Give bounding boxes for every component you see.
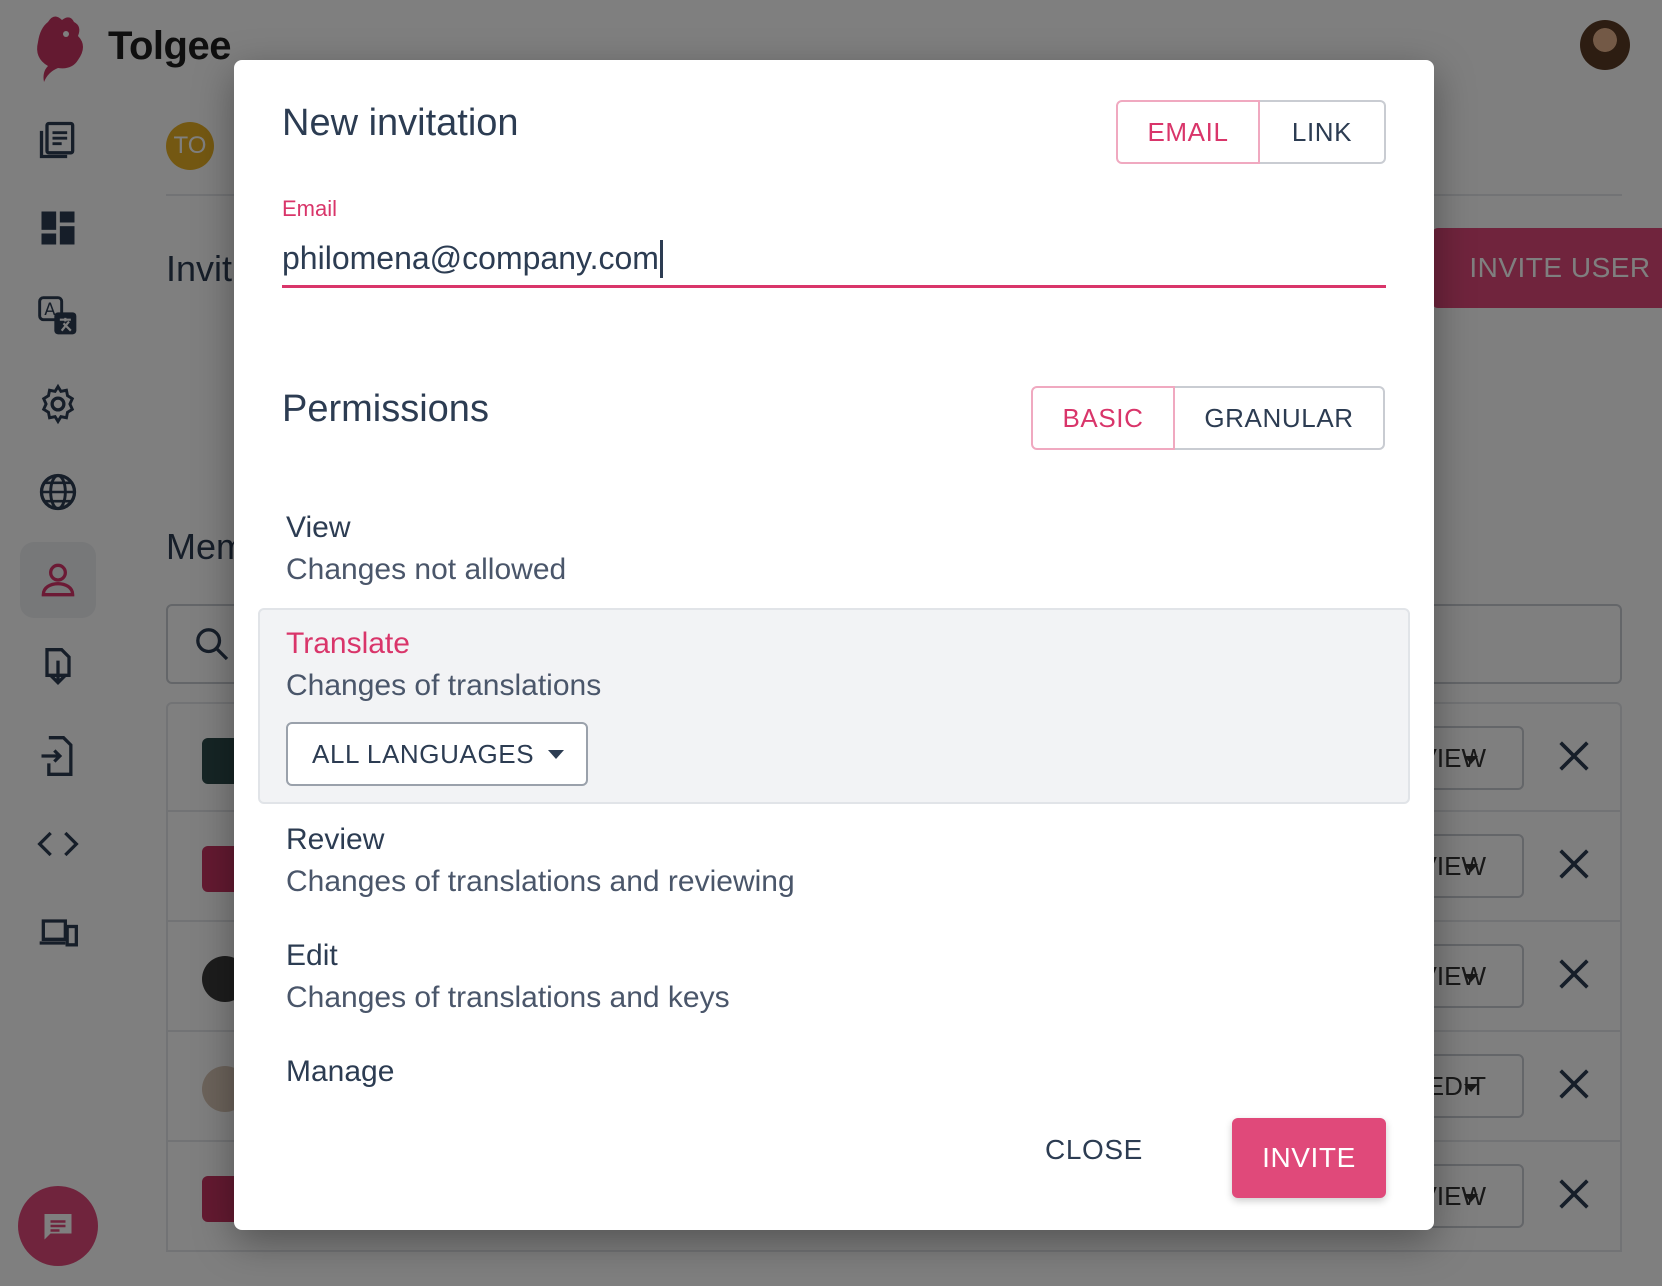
permission-description: Changes of translations and keys bbox=[286, 981, 730, 1014]
permission-name: Manage bbox=[286, 1055, 395, 1088]
language-scope-value: ALL LANGUAGES bbox=[312, 738, 535, 769]
permission-option-view[interactable]: View Changes not allowed bbox=[258, 492, 1410, 608]
text-caret bbox=[660, 240, 663, 278]
permission-mode-toggle: BASIC GRANULAR bbox=[1031, 386, 1385, 450]
permission-name: View bbox=[286, 511, 351, 544]
basic-mode-button[interactable]: BASIC bbox=[1031, 386, 1175, 450]
granular-mode-button[interactable]: GRANULAR bbox=[1175, 386, 1385, 450]
permission-description: Changes of translations bbox=[286, 669, 602, 702]
invitation-mode-toggle: EMAIL LINK bbox=[1116, 100, 1386, 164]
permission-option-translate[interactable]: Translate Changes of translations ALL LA… bbox=[258, 608, 1410, 804]
permission-name: Edit bbox=[286, 939, 338, 972]
language-scope-select[interactable]: ALL LANGUAGES bbox=[286, 722, 588, 786]
email-field[interactable] bbox=[282, 232, 1386, 288]
dialog-title: New invitation bbox=[282, 102, 519, 144]
permission-name: Review bbox=[286, 823, 385, 856]
invitation-dialog: New invitation EMAIL LINK Email Permissi… bbox=[234, 60, 1434, 1230]
permission-description: Changes not allowed bbox=[286, 553, 567, 586]
permissions-title: Permissions bbox=[282, 388, 489, 430]
permission-option-manage[interactable]: Manage bbox=[258, 1036, 1410, 1108]
invite-button[interactable]: INVITE bbox=[1232, 1118, 1386, 1198]
permission-option-review[interactable]: Review Changes of translations and revie… bbox=[258, 804, 1410, 920]
permission-description: Changes of translations and reviewing bbox=[286, 865, 795, 898]
close-button[interactable]: CLOSE bbox=[1032, 1118, 1156, 1182]
email-field-label: Email bbox=[282, 196, 338, 221]
email-mode-button[interactable]: EMAIL bbox=[1116, 100, 1260, 164]
permission-name: Translate bbox=[286, 627, 410, 660]
link-mode-button[interactable]: LINK bbox=[1260, 100, 1386, 164]
chevron-down-icon bbox=[548, 750, 564, 759]
permission-option-edit[interactable]: Edit Changes of translations and keys bbox=[258, 920, 1410, 1036]
permission-list: View Changes not allowed Translate Chang… bbox=[258, 492, 1410, 1162]
